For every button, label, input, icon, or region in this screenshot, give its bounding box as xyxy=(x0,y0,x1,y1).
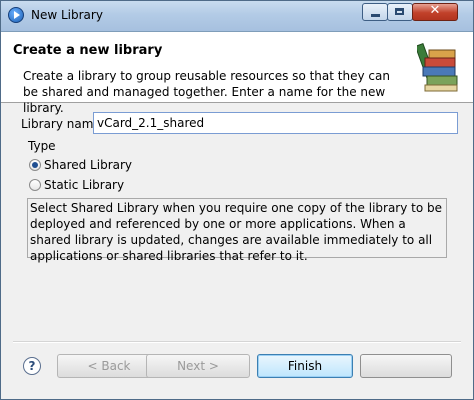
app-icon xyxy=(8,7,24,23)
next-button[interactable]: Next > xyxy=(146,354,250,378)
footer-separator xyxy=(13,341,461,343)
dialog-header: Create a new library Create a library to… xyxy=(1,32,473,115)
shared-library-label[interactable]: Shared Library xyxy=(44,158,132,172)
type-description: Select Shared Library when you require o… xyxy=(27,198,447,263)
finish-button[interactable]: Finish xyxy=(257,354,353,378)
close-icon[interactable]: ✕ xyxy=(412,3,458,21)
new-library-dialog: New Library ✕ Create a new library Creat… xyxy=(0,0,474,400)
help-icon[interactable]: ? xyxy=(23,357,41,375)
cancel-button[interactable] xyxy=(360,354,452,378)
header-description: Create a library to group reusable resou… xyxy=(23,69,390,115)
static-library-label[interactable]: Static Library xyxy=(44,178,124,192)
maximize-icon[interactable] xyxy=(387,3,413,21)
static-library-radio[interactable] xyxy=(29,179,41,191)
library-books-icon xyxy=(417,43,458,92)
library-name-label: Library name xyxy=(21,117,101,131)
minimize-icon[interactable] xyxy=(362,3,388,21)
shared-library-radio[interactable] xyxy=(29,159,41,171)
type-group-label: Type xyxy=(28,139,56,153)
header-title: Create a new library xyxy=(13,43,163,58)
title-bar[interactable]: New Library ✕ xyxy=(1,1,473,32)
window-title: New Library xyxy=(31,8,103,22)
library-name-input[interactable] xyxy=(93,112,458,134)
